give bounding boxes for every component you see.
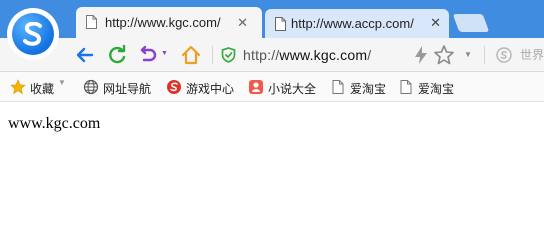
url-path: /: [367, 47, 372, 63]
url-scheme: http://: [243, 47, 280, 63]
page-icon: [86, 15, 97, 29]
address-dropdown-icon[interactable]: ▼: [464, 50, 472, 59]
page-icon: [332, 80, 344, 94]
bookmark-label: 网址导航: [103, 82, 152, 96]
game-icon: [167, 80, 181, 94]
close-tab-icon[interactable]: ✕: [237, 15, 248, 31]
url-host: www.kgc.com: [279, 47, 368, 63]
sogou-s-icon: [23, 22, 42, 46]
favorites-dropdown-icon[interactable]: ▼: [58, 78, 66, 87]
page-icon: [400, 80, 412, 94]
star-icon: [10, 79, 26, 95]
refresh-icon[interactable]: [106, 44, 128, 66]
page-content: www.kgc.com: [0, 103, 544, 203]
browser-logo[interactable]: [7, 8, 59, 60]
novel-icon: [249, 80, 263, 94]
back-icon[interactable]: [74, 44, 96, 66]
undo-icon[interactable]: [138, 44, 160, 66]
undo-dropdown-icon[interactable]: ▼: [161, 50, 168, 57]
bookmark-label: 小说大全: [268, 82, 317, 96]
page-body-text: www.kgc.com: [8, 115, 101, 132]
bookmark-label: 爱淘宝: [418, 82, 455, 96]
page-icon: [275, 17, 286, 31]
bookmarks-bar: 收藏 ▼ 网址导航 游戏中心 小说大全 爱淘宝 爱淘宝: [0, 72, 544, 102]
url-text[interactable]: http://www.kgc.com/: [243, 47, 371, 63]
bookmark-label: 爱淘宝: [350, 82, 387, 96]
bookmark-label: 游戏中心: [186, 82, 235, 96]
toolbar-divider: [484, 46, 485, 64]
close-tab-icon[interactable]: ✕: [430, 15, 441, 31]
tab-title: http://www.accp.com/: [291, 16, 414, 31]
security-shield-icon[interactable]: [221, 47, 236, 63]
search-engine-icon[interactable]: [496, 47, 512, 68]
tab-accp[interactable]: http://www.accp.com/ ✕: [265, 9, 449, 38]
navigation-toolbar: ▼ http://www.kgc.com/ ▼ 世界: [0, 38, 544, 72]
tab-kgc[interactable]: http://www.kgc.com/ ✕: [76, 7, 262, 38]
bookmark-label: 收藏: [30, 82, 55, 96]
globe-icon: [83, 79, 99, 95]
search-input[interactable]: 世界: [520, 46, 544, 63]
tab-strip: http://www.kgc.com/ ✕ http://www.accp.co…: [0, 0, 544, 38]
home-icon[interactable]: [180, 44, 202, 66]
new-tab-button[interactable]: [452, 14, 490, 32]
tab-title: http://www.kgc.com/: [105, 15, 221, 30]
lightning-icon[interactable]: [410, 44, 432, 66]
star-bookmark-icon[interactable]: [433, 44, 455, 66]
